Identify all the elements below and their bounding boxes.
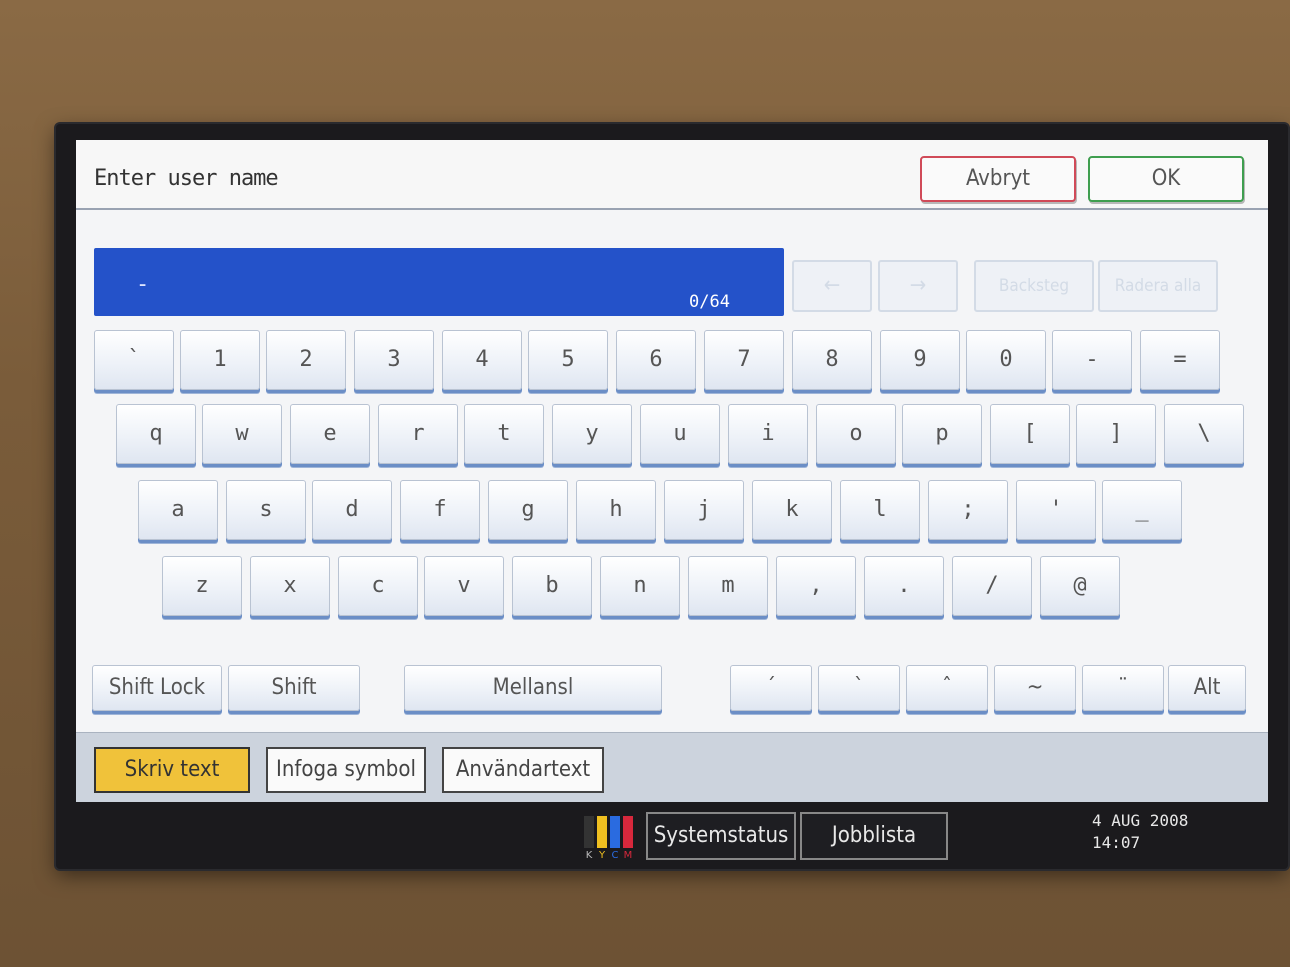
cursor-right-button[interactable]: → — [878, 260, 958, 312]
key[interactable]: v — [424, 556, 504, 616]
tab-insert-symbol[interactable]: Infoga symbol — [266, 747, 426, 793]
key[interactable]: / — [952, 556, 1032, 616]
key[interactable]: p — [902, 404, 982, 464]
key[interactable]: t — [464, 404, 544, 464]
key[interactable]: 4 — [442, 330, 522, 390]
backspace-button[interactable]: Backsteg — [974, 260, 1094, 312]
key[interactable]: @ — [1040, 556, 1120, 616]
circumflex-key[interactable]: ˆ — [906, 665, 988, 711]
key[interactable]: 2 — [266, 330, 346, 390]
key[interactable]: h — [576, 480, 656, 540]
page-title: Enter user name — [94, 166, 279, 191]
toner-letter: K — [586, 850, 593, 860]
delete-all-button[interactable]: Radera alla — [1098, 260, 1218, 312]
key[interactable]: l — [840, 480, 920, 540]
status-bar: KYCM Systemstatus Jobblista 4 AUG 2008 1… — [56, 806, 1288, 869]
cancel-button[interactable]: Avbryt — [920, 156, 1076, 202]
umlaut-key[interactable]: ¨ — [1082, 665, 1164, 711]
shift-lock-key[interactable]: Shift Lock — [92, 665, 222, 711]
key[interactable]: x — [250, 556, 330, 616]
key[interactable]: 9 — [880, 330, 960, 390]
tab-user-text[interactable]: Användartext — [442, 747, 604, 793]
key[interactable]: k — [752, 480, 832, 540]
key[interactable]: 1 — [180, 330, 260, 390]
key[interactable]: u — [640, 404, 720, 464]
key[interactable]: i — [728, 404, 808, 464]
key[interactable]: q — [116, 404, 196, 464]
key[interactable]: 6 — [616, 330, 696, 390]
date-time: 4 AUG 2008 14:07 — [1092, 810, 1188, 854]
key[interactable]: [ — [990, 404, 1070, 464]
key[interactable]: - — [1052, 330, 1132, 390]
key[interactable]: z — [162, 556, 242, 616]
key[interactable]: w — [202, 404, 282, 464]
space-key[interactable]: Mellansl — [404, 665, 662, 711]
key[interactable]: . — [864, 556, 944, 616]
tilde-key[interactable]: ~ — [994, 665, 1076, 711]
key[interactable]: , — [776, 556, 856, 616]
key[interactable]: 5 — [528, 330, 608, 390]
toner-bar — [597, 816, 607, 848]
grave-accent-key[interactable]: ` — [818, 665, 900, 711]
touch-screen: Enter user name Avbryt OK - 0/64 ← → Bac… — [76, 140, 1268, 802]
key[interactable]: = — [1140, 330, 1220, 390]
key[interactable]: y — [552, 404, 632, 464]
key[interactable]: a — [138, 480, 218, 540]
toner-letter: Y — [598, 850, 606, 860]
key[interactable]: 7 — [704, 330, 784, 390]
title-bar: Enter user name Avbryt OK — [76, 140, 1268, 210]
toner-letter: C — [612, 850, 619, 860]
key[interactable]: s — [226, 480, 306, 540]
key[interactable]: 3 — [354, 330, 434, 390]
tab-enter-text[interactable]: Skriv text — [94, 747, 250, 793]
key[interactable]: ' — [1016, 480, 1096, 540]
cursor-left-button[interactable]: ← — [792, 260, 872, 312]
key[interactable]: ; — [928, 480, 1008, 540]
key[interactable]: g — [488, 480, 568, 540]
input-cursor: - — [136, 272, 150, 297]
alt-key[interactable]: Alt — [1168, 665, 1246, 711]
username-input[interactable]: - 0/64 — [94, 248, 784, 316]
key[interactable]: _ — [1102, 480, 1182, 540]
key[interactable]: 0 — [966, 330, 1046, 390]
key[interactable]: j — [664, 480, 744, 540]
toner-bar — [623, 816, 633, 848]
key[interactable]: e — [290, 404, 370, 464]
char-counter: 0/64 — [689, 292, 730, 312]
shift-key[interactable]: Shift — [228, 665, 360, 711]
key[interactable]: b — [512, 556, 592, 616]
key[interactable]: o — [816, 404, 896, 464]
ok-button[interactable]: OK — [1088, 156, 1244, 202]
key[interactable]: f — [400, 480, 480, 540]
key[interactable]: ` — [94, 330, 174, 390]
toner-letter: M — [624, 850, 633, 860]
key[interactable]: ] — [1076, 404, 1156, 464]
time-text: 14:07 — [1092, 833, 1141, 852]
date-text: 4 AUG 2008 — [1092, 811, 1189, 830]
key[interactable]: c — [338, 556, 418, 616]
toner-bar — [584, 816, 594, 848]
tab-strip: Skriv text Infoga symbol Användartext — [76, 732, 1268, 802]
system-status-button[interactable]: Systemstatus — [646, 812, 796, 860]
key[interactable]: 8 — [792, 330, 872, 390]
toner-bar — [610, 816, 620, 848]
acute-accent-key[interactable]: ´ — [730, 665, 812, 711]
key[interactable]: d — [312, 480, 392, 540]
key[interactable]: \ — [1164, 404, 1244, 464]
job-list-button[interactable]: Jobblista — [800, 812, 948, 860]
key[interactable]: n — [600, 556, 680, 616]
toner-level-icon: KYCM — [584, 816, 633, 860]
key[interactable]: m — [688, 556, 768, 616]
key[interactable]: r — [378, 404, 458, 464]
